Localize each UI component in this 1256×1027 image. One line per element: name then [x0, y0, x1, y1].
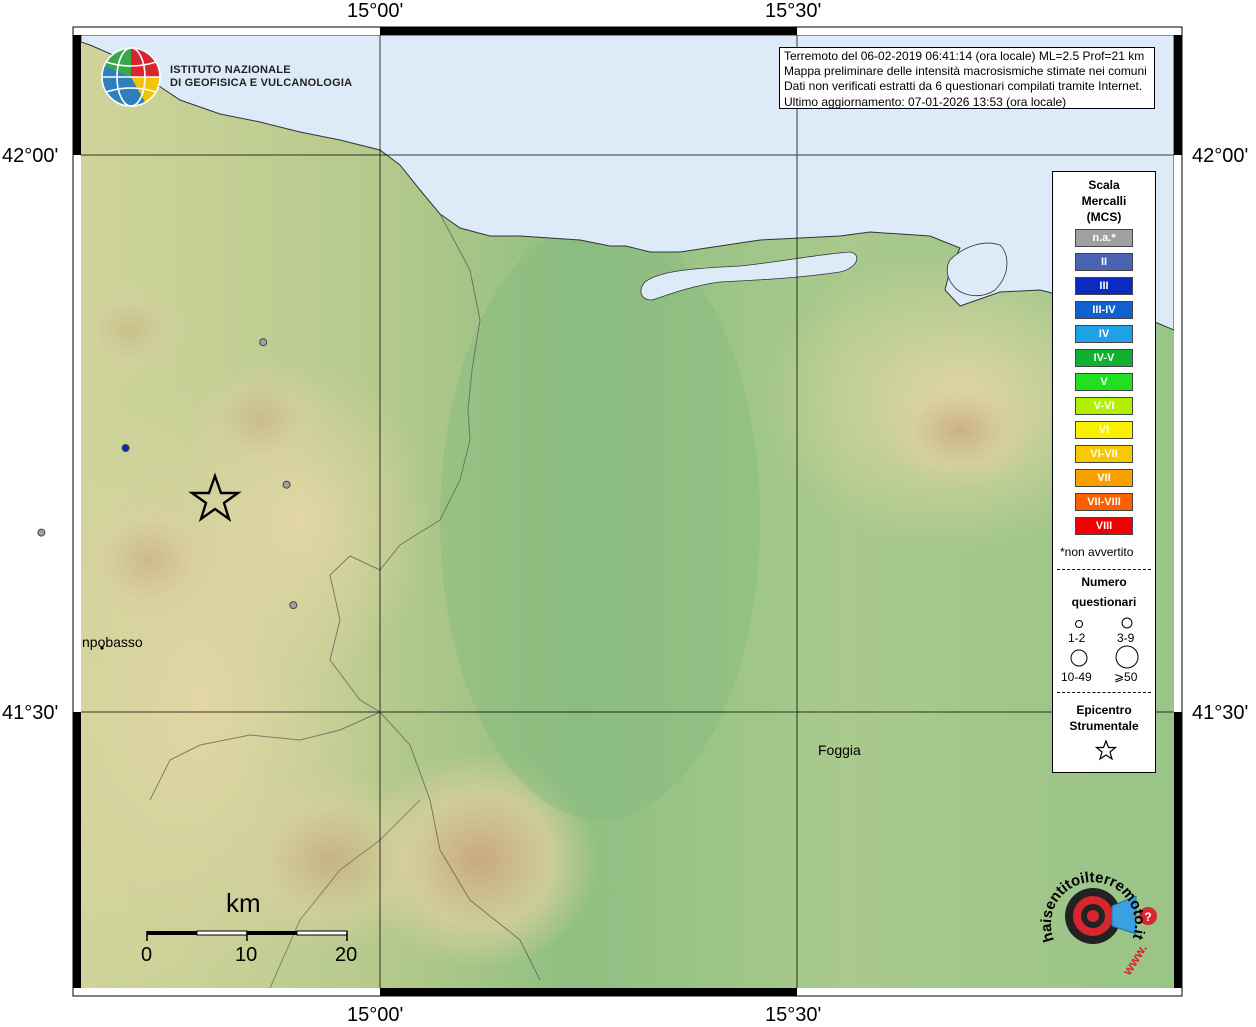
- info-line-3: Dati non verificati estratti da 6 questi…: [784, 79, 1143, 94]
- legend-divider-1: [1057, 569, 1151, 570]
- lon-label-top-1530: 15°30': [765, 0, 822, 22]
- legend-title: Scala Mercalli (MCS): [1053, 177, 1155, 225]
- count-title-line-2: questionari: [1071, 595, 1137, 609]
- lat-label-right-4200: 42°00': [1192, 145, 1249, 167]
- legend-count-title: Numero questionari: [1053, 574, 1155, 610]
- count-label-50: ⩾50: [1114, 670, 1138, 684]
- legend-swatch-vi-vii: VI-VII: [1075, 445, 1133, 463]
- legend-swatch-iii: III: [1075, 277, 1133, 295]
- scale-tick-10: 10: [235, 944, 258, 966]
- legend-title-line-3: (MCS): [1086, 210, 1122, 224]
- legend-swatch-vii-viii: VII-VIII: [1075, 493, 1133, 511]
- lat-label-left-4130: 41°30': [2, 702, 59, 724]
- ingv-globe-logo: [101, 47, 161, 107]
- count-label-10-49: 10-49: [1061, 670, 1092, 684]
- legend-star-icon: [1095, 739, 1117, 761]
- legend-swatch-v: V: [1075, 373, 1133, 391]
- city-label-campobasso: npobasso: [82, 634, 143, 650]
- observation-point-1[interactable]: [259, 338, 268, 347]
- legend-swatch-n-a-: n.a.*: [1075, 229, 1133, 247]
- count-circle-1-2: [1075, 620, 1083, 628]
- city-label-foggia: Foggia: [818, 742, 861, 758]
- observation-point-2[interactable]: [282, 480, 291, 489]
- observation-point-5[interactable]: [121, 444, 130, 452]
- legend-swatch-iii-iv: III-IV: [1075, 301, 1133, 319]
- scale-tick-0: 0: [141, 944, 153, 966]
- institute-line-1: ISTITUTO NAZIONALE: [170, 64, 291, 76]
- legend-swatch-ii: II: [1075, 253, 1133, 271]
- legend-swatch-vii: VII: [1075, 469, 1133, 487]
- mcs-legend: Scala Mercalli (MCS) n.a.* II III III-IV IV I…: [1052, 171, 1156, 773]
- event-info-box: Terremoto del 06-02-2019 06:41:14 (ora l…: [779, 47, 1155, 109]
- scale-tick-20: 20: [335, 944, 358, 966]
- legend-not-felt-note: *non avvertito: [1060, 545, 1134, 559]
- institute-line-2: DI GEOFISICA E VULCANOLOGIA: [170, 77, 353, 89]
- legend-swatch-v-vi: V-VI: [1075, 397, 1133, 415]
- count-circle-10-49: [1070, 649, 1088, 667]
- legend-swatch-iv-v: IV-V: [1075, 349, 1133, 367]
- legend-epicenter-title: Epicentro Strumentale: [1053, 702, 1155, 734]
- legend-swatch-viii: VIII: [1075, 517, 1133, 535]
- lon-label-top-1500: 15°00': [347, 0, 404, 22]
- scale-bar-unit: km: [226, 888, 261, 918]
- legend-title-line-1: Scala: [1088, 178, 1120, 192]
- info-line-2: Mappa preliminare delle intensità macros…: [784, 64, 1147, 79]
- observation-point-3[interactable]: [37, 528, 46, 537]
- observation-point-4[interactable]: [289, 601, 298, 610]
- legend-divider-2: [1057, 692, 1151, 693]
- epicenter-title-line-1: Epicentro: [1076, 703, 1132, 717]
- legend-title-line-2: Mercalli: [1081, 194, 1127, 208]
- count-circle-3-9: [1121, 617, 1133, 629]
- legend-swatch-iv: IV: [1075, 325, 1133, 343]
- terrain: [81, 35, 1174, 988]
- count-label-1-2: 1-2: [1068, 631, 1086, 645]
- count-label-3-9: 3-9: [1117, 631, 1135, 645]
- info-line-1: Terremoto del 06-02-2019 06:41:14 (ora l…: [784, 49, 1145, 63]
- info-line-4: Ultimo aggiornamento: 07-01-2026 13:53 (…: [784, 94, 1067, 109]
- lat-label-right-4130: 41°30': [1192, 702, 1249, 724]
- count-title-line-1: Numero: [1081, 575, 1127, 589]
- institute-name: ISTITUTO NAZIONALE DI GEOFISICA E VULCAN…: [170, 64, 352, 90]
- count-circle-50: [1115, 645, 1139, 669]
- epicenter-title-line-2: Strumentale: [1069, 719, 1139, 733]
- lat-label-left-4200: 42°00': [2, 145, 59, 167]
- legend-swatch-vi: VI: [1075, 421, 1133, 439]
